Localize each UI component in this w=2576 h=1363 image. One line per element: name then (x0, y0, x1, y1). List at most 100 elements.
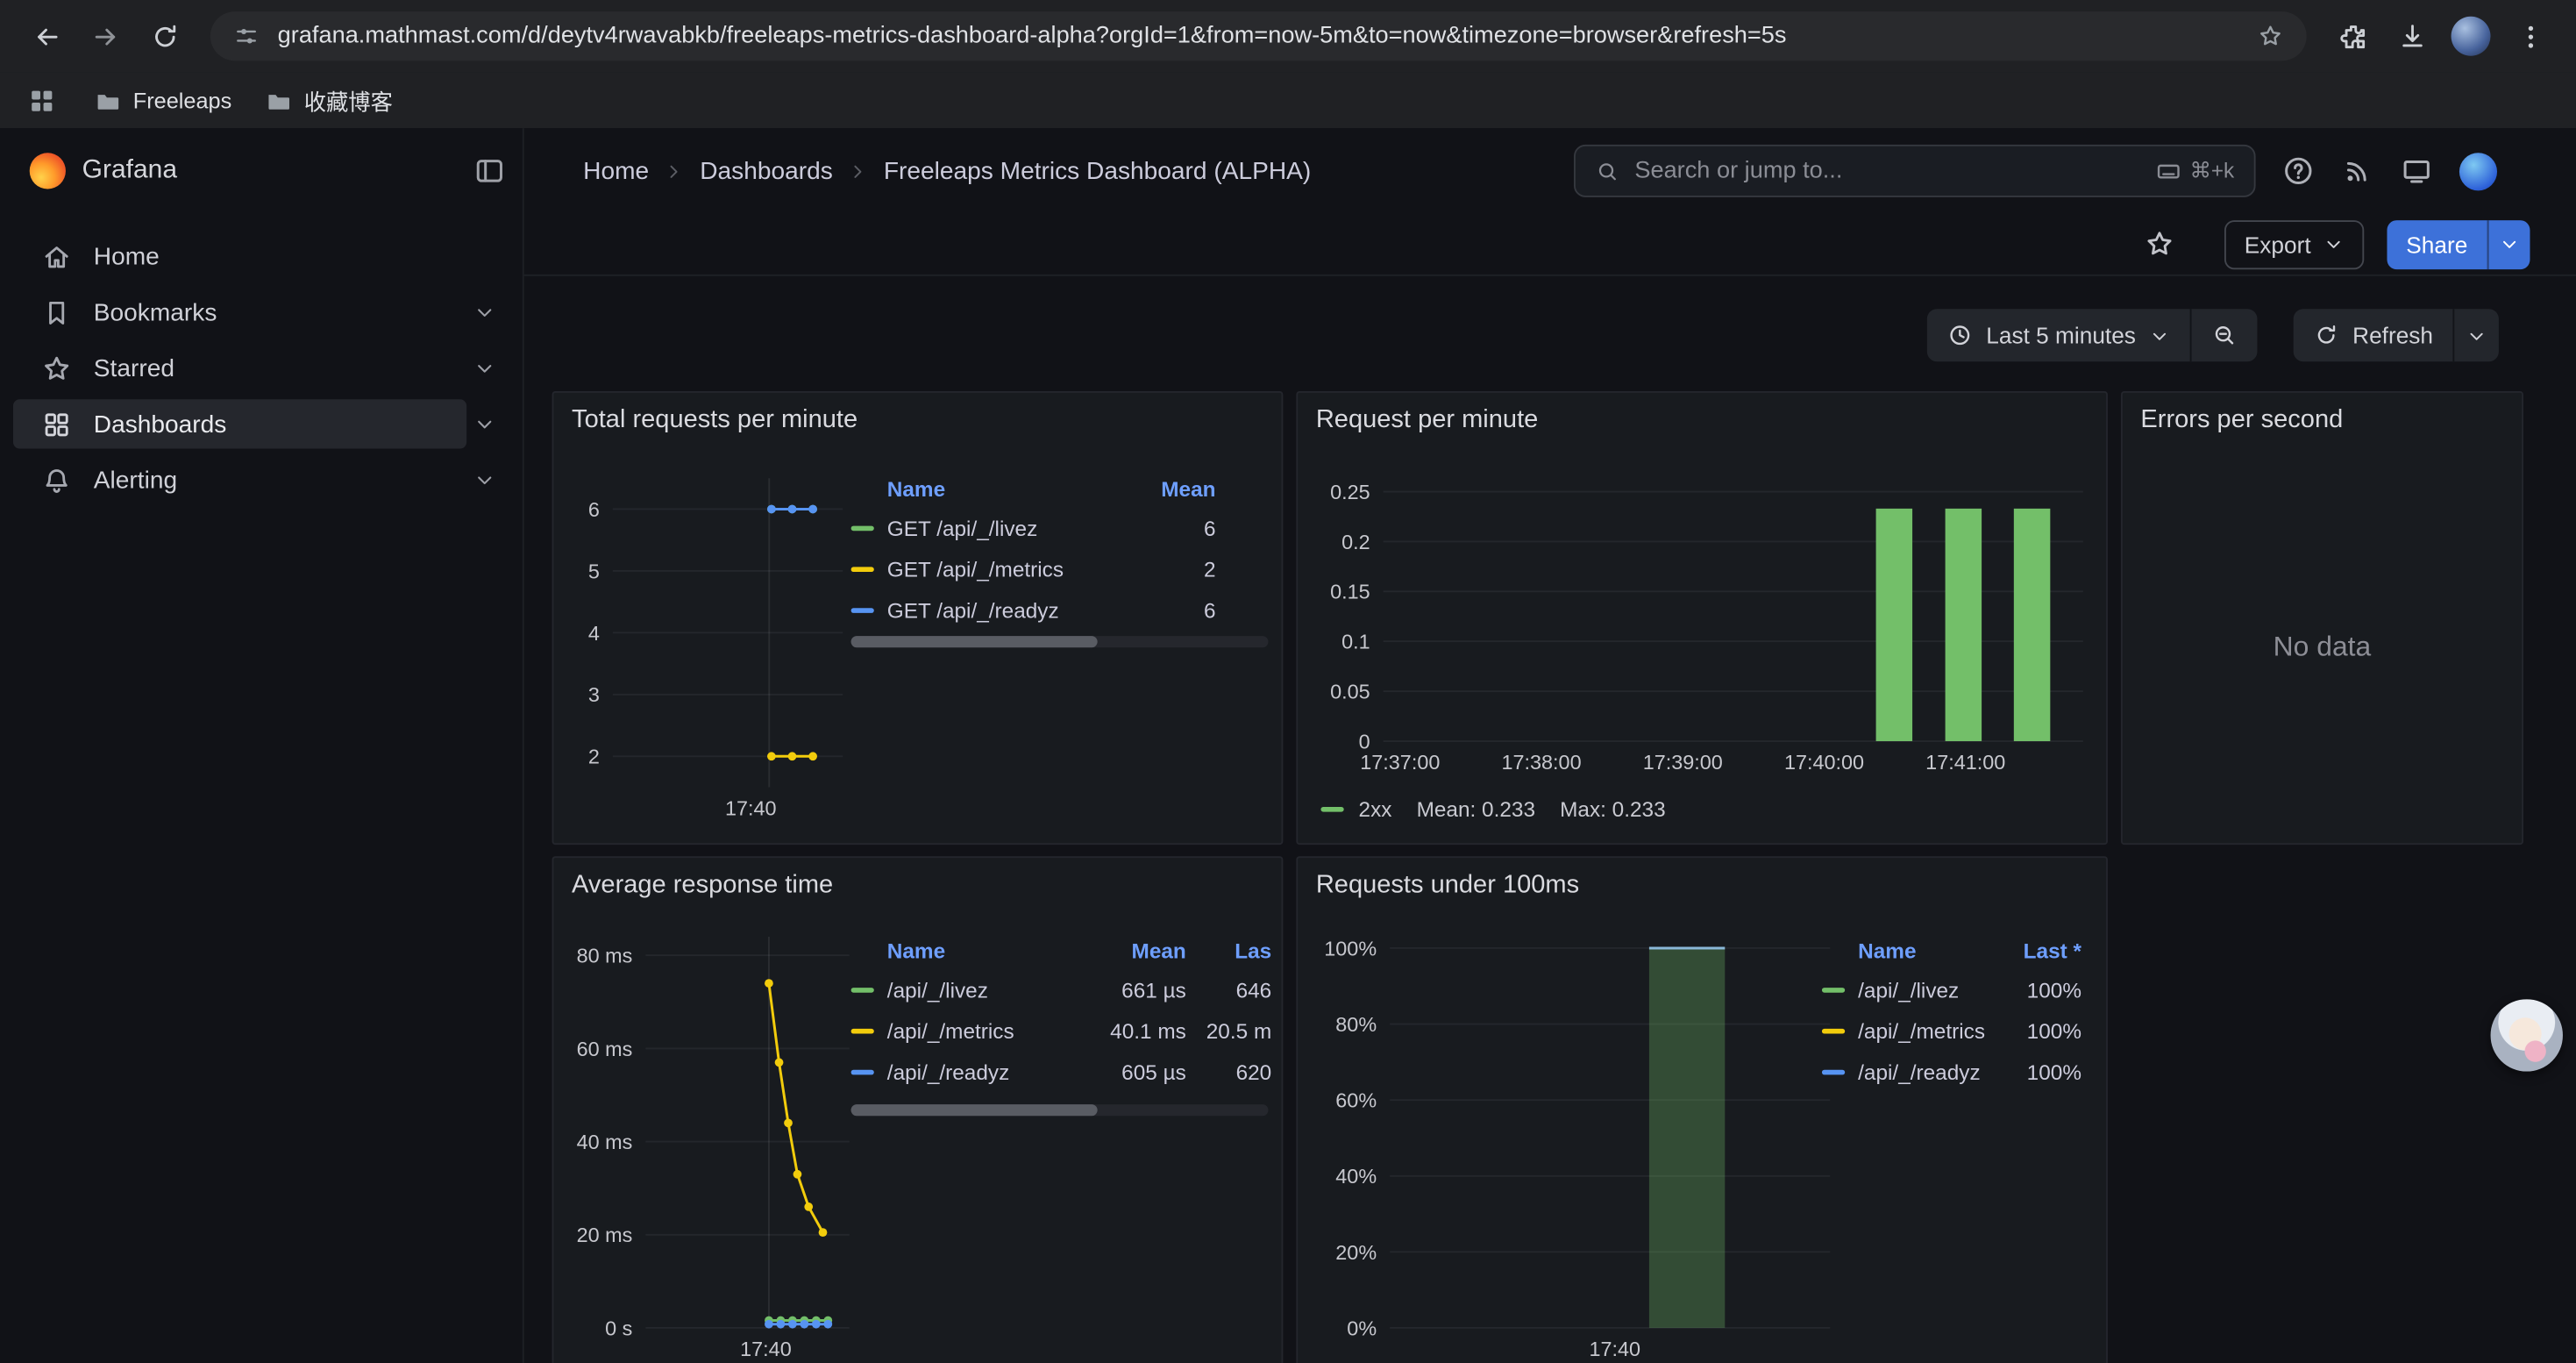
search-input[interactable]: Search or jump to... ⌘+k (1574, 145, 2256, 197)
chevron-down-icon[interactable] (473, 301, 496, 324)
legend-scrollbar[interactable] (851, 1104, 1269, 1116)
series-color-dash (1822, 988, 1845, 993)
chevron-down-icon (2466, 325, 2487, 346)
legend-row[interactable]: /api/_/readyz 605 µs 620 (851, 1052, 1272, 1093)
chevron-down-icon[interactable] (473, 357, 496, 380)
sidebar-item-bookmarks[interactable]: Bookmarks (0, 284, 523, 340)
back-button[interactable] (21, 11, 70, 61)
legend-row[interactable]: /api/_/metrics 100% (1822, 1010, 2081, 1052)
browser-profile-avatar[interactable] (2451, 17, 2491, 56)
legend-table: Name Mean Las /api/_/livez 661 µs 646 (851, 931, 1272, 1093)
user-avatar[interactable] (2459, 152, 2497, 189)
chevron-right-icon (848, 161, 869, 182)
breadcrumb-home[interactable]: Home (583, 157, 649, 185)
grafana-logo[interactable] (30, 153, 66, 189)
apps-grid-icon[interactable] (26, 84, 58, 116)
legend-header[interactable]: Name Mean (851, 468, 1216, 508)
sidebar-item-home[interactable]: Home (0, 228, 523, 284)
bar-chart[interactable]: 100%80%60%40%20%0%17:40 (1311, 917, 1847, 1363)
reload-button[interactable] (139, 11, 189, 61)
panel-title[interactable]: Request per minute (1316, 406, 1538, 436)
scrollbar-thumb[interactable] (851, 1104, 1098, 1116)
legend-row[interactable]: GET /api/_/livez 6 (851, 508, 1216, 549)
series-color-dash (851, 608, 874, 613)
chevron-down-icon[interactable] (473, 468, 496, 491)
scrollbar-thumb[interactable] (851, 636, 1098, 647)
legend-line: 2xx Mean: 0.233 Max: 0.233 (1320, 797, 1665, 822)
legend-row[interactable]: /api/_/livez 100% (1822, 969, 2081, 1010)
legend-header[interactable]: Name Last * (1822, 931, 2081, 970)
no-data-message: No data (2123, 632, 2522, 664)
series-color-dash (1822, 1070, 1845, 1075)
timeseries-chart[interactable]: 80 ms60 ms40 ms20 ms0 s17:40 (566, 917, 859, 1363)
bookmark-label: 收藏博客 (304, 84, 393, 117)
legend-row[interactable]: 2xx Mean: 0.233 Max: 0.233 (1320, 797, 1665, 822)
svg-text:80%: 80% (1335, 1013, 1377, 1036)
legend-row[interactable]: GET /api/_/metrics 2 (851, 549, 1216, 590)
panel-title[interactable]: Requests under 100ms (1316, 871, 1579, 901)
monitor-icon[interactable] (2400, 154, 2432, 187)
svg-text:17:41:00: 17:41:00 (1925, 751, 2005, 774)
bookmarks-bar: Freeleaps 收藏博客 (0, 72, 2576, 128)
bell-icon (41, 464, 73, 496)
site-info-icon[interactable] (227, 17, 267, 56)
svg-text:0%: 0% (1347, 1317, 1377, 1339)
svg-text:5: 5 (588, 560, 600, 582)
url-bar[interactable]: grafana.mathmast.com/d/deytv4rwavabkb/fr… (210, 11, 2307, 61)
sidebar-item-starred[interactable]: Starred (0, 340, 523, 396)
time-range-picker[interactable]: Last 5 minutes (1927, 309, 2190, 361)
news-rss-icon[interactable] (2341, 154, 2373, 187)
series-color-dash (851, 1029, 874, 1034)
svg-text:6: 6 (588, 498, 600, 521)
panel-title[interactable]: Errors per second (2140, 406, 2343, 436)
sidebar-toggle-icon[interactable] (473, 154, 506, 187)
legend-row[interactable]: /api/_/livez 661 µs 646 (851, 969, 1272, 1010)
panel-errors-per-second: Errors per second No data (2121, 391, 2523, 845)
timeseries-chart[interactable]: 6543217:40 (566, 462, 852, 833)
share-button[interactable]: Share (2387, 219, 2530, 268)
refresh-interval-toggle[interactable] (2454, 309, 2499, 361)
breadcrumb: Home Dashboards Freeleaps Metrics Dashbo… (583, 128, 1311, 213)
svg-text:17:38:00: 17:38:00 (1501, 751, 1581, 774)
folder-icon (94, 86, 122, 114)
extensions-icon[interactable] (2328, 11, 2377, 61)
floating-avatar-overlay[interactable] (2491, 999, 2563, 1071)
legend-row[interactable]: /api/_/readyz 100% (1822, 1052, 2081, 1093)
legend-scrollbar[interactable] (851, 636, 1269, 647)
refresh-button[interactable]: Refresh (2294, 309, 2453, 361)
bar-chart[interactable]: 0.250.20.150.10.05017:37:0017:38:0017:39… (1311, 459, 2099, 788)
export-button[interactable]: Export (2224, 219, 2363, 268)
legend-header[interactable]: Name Mean Las (851, 931, 1272, 970)
panel-title[interactable]: Average response time (572, 871, 833, 901)
bookmark-star-icon[interactable] (2251, 17, 2290, 56)
bookmark-folder-blogs[interactable]: 收藏博客 (248, 77, 409, 123)
browser-menu-icon[interactable] (2505, 11, 2554, 61)
favorite-star-icon[interactable] (2145, 228, 2176, 260)
svg-text:0 s: 0 s (605, 1317, 632, 1339)
panel-avg-response-time: Average response time 80 ms60 ms40 ms20 … (552, 856, 1284, 1363)
legend-row[interactable]: GET /api/_/readyz 6 (851, 590, 1216, 632)
svg-text:4: 4 (588, 622, 600, 645)
downloads-icon[interactable] (2387, 11, 2436, 61)
panel-request-per-minute: Request per minute 0.250.20.150.10.05017… (1296, 391, 2108, 845)
svg-text:17:40: 17:40 (1589, 1338, 1640, 1360)
forward-button[interactable] (81, 11, 130, 61)
legend-rows: GET /api/_/livez 6 GET /api/_/metrics 2 … (851, 508, 1216, 632)
svg-text:40 ms: 40 ms (577, 1131, 633, 1153)
help-icon[interactable] (2282, 154, 2315, 187)
series-color-dash (851, 526, 874, 532)
legend-row[interactable]: /api/_/metrics 40.1 ms 20.5 m (851, 1010, 1272, 1052)
sidebar-item-alerting[interactable]: Alerting (0, 452, 523, 508)
sidebar-item-dashboards[interactable]: Dashboards (0, 396, 523, 453)
chevron-right-icon (664, 161, 685, 182)
panel-title[interactable]: Total requests per minute (572, 406, 857, 436)
share-menu-toggle[interactable] (2487, 219, 2530, 268)
chevron-down-icon[interactable] (473, 412, 496, 435)
zoom-out-button[interactable] (2192, 309, 2258, 361)
breadcrumb-dashboards[interactable]: Dashboards (700, 157, 833, 185)
bookmark-folder-freeleaps[interactable]: Freeleaps (77, 80, 248, 121)
grafana-brand: Grafana (82, 128, 177, 213)
sidebar-divider (523, 128, 524, 1363)
bookmark-icon (41, 296, 73, 328)
folder-icon (265, 86, 293, 114)
